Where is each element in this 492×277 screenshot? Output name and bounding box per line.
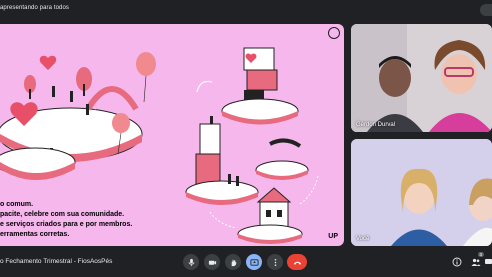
raise-hand-icon xyxy=(231,259,236,266)
mic-icon xyxy=(188,258,194,266)
more-options-button[interactable] xyxy=(267,254,283,270)
people-icon[interactable] xyxy=(471,257,481,267)
meet-window: apresentando para todos o comum. pacite,… xyxy=(0,0,492,277)
camera-icon xyxy=(208,260,216,265)
presentation-slide: o comum. pacite, celebre com sua comunid… xyxy=(0,24,344,246)
slide-body-text: o comum. pacite, celebre com sua comunid… xyxy=(0,200,132,240)
participant-tile[interactable]: Gérdon Durval xyxy=(351,24,492,132)
present-screen-icon xyxy=(249,258,259,266)
up-logo: UP xyxy=(328,233,338,240)
more-options-icon xyxy=(274,258,276,266)
slide-line: erramentas corretas. xyxy=(0,231,70,238)
slide-line: e serviços criados para e por membros. xyxy=(0,221,133,228)
present-screen-button[interactable] xyxy=(246,254,262,270)
chat-icon[interactable] xyxy=(484,257,492,267)
slide-line: pacite, celebre com sua comunidade. xyxy=(0,211,125,218)
self-video xyxy=(351,139,492,246)
bottom-control-bar: o Fechamento Trimestral - FiosAosPés 3 xyxy=(0,246,492,277)
top-right-indicator[interactable] xyxy=(480,4,492,16)
meeting-title: o Fechamento Trimestral - FiosAosPés xyxy=(0,258,113,265)
raise-hand-button[interactable] xyxy=(225,254,241,270)
self-view-tile[interactable]: Você xyxy=(351,139,492,246)
top-bar: apresentando para todos xyxy=(0,0,492,20)
people-count-badge: 3 xyxy=(478,252,484,257)
mic-button[interactable] xyxy=(183,254,199,270)
camera-button[interactable] xyxy=(204,254,220,270)
info-icon[interactable] xyxy=(452,257,462,267)
participant-video xyxy=(351,24,492,132)
end-call-icon xyxy=(293,261,301,265)
corner-brand-icon xyxy=(328,27,340,39)
end-call-button[interactable] xyxy=(287,254,307,270)
presenting-status: apresentando para todos xyxy=(0,5,70,11)
slide-line: o comum. xyxy=(0,201,34,208)
participant-name: Gérdon Durval xyxy=(356,122,396,128)
self-name: Você xyxy=(356,236,370,242)
